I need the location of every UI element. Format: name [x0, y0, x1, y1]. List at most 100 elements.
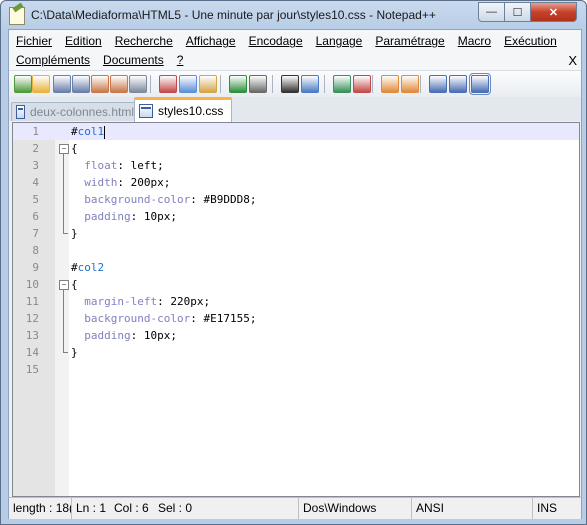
- code-line[interactable]: 12 background-color: #E17155;: [13, 310, 579, 327]
- copy-icon[interactable]: [179, 75, 197, 93]
- sync-h-icon[interactable]: [401, 75, 419, 93]
- cut-icon[interactable]: [159, 75, 177, 93]
- menu-row-2: Compléments Documents?: [9, 51, 189, 70]
- line-number: 13: [25, 329, 39, 342]
- fold-guide: [63, 290, 64, 352]
- close-icon: ✕: [548, 6, 559, 19]
- paste-icon[interactable]: [199, 75, 217, 93]
- open-file-icon[interactable]: [32, 75, 50, 93]
- redo-icon[interactable]: [249, 75, 267, 93]
- menu-help[interactable]: ?: [170, 51, 190, 70]
- tab-deux-colonnes[interactable]: deux-colonnes.html: [11, 102, 141, 121]
- new-file-icon[interactable]: [14, 75, 32, 93]
- code-text: {: [71, 278, 78, 291]
- text-caret: [104, 125, 106, 139]
- code-line[interactable]: 13 padding: 10px;: [13, 327, 579, 344]
- menu-param-trage[interactable]: Paramétrage: [368, 32, 450, 51]
- menu-documents[interactable]: Documents: [96, 51, 170, 70]
- tab-styles10[interactable]: styles10.css: [134, 97, 232, 122]
- code-line[interactable]: 1 #col1: [13, 123, 579, 140]
- app-client-area: Fichier Edition Recherche Affichage Encodage…: [8, 29, 582, 519]
- toolbar-separator: [150, 75, 151, 93]
- print-icon[interactable]: [129, 75, 147, 93]
- close-document-button[interactable]: X: [568, 51, 577, 70]
- code-line[interactable]: 7}: [13, 225, 579, 242]
- code-text: float: left;: [84, 159, 164, 172]
- line-number: 7: [32, 227, 39, 240]
- fold-toggle-icon[interactable]: −: [59, 280, 69, 290]
- code-line[interactable]: 8: [13, 242, 579, 259]
- menu-langage[interactable]: Langage: [309, 32, 369, 51]
- menu-ex-cution[interactable]: Exécution: [497, 32, 563, 51]
- menu-macro[interactable]: Macro: [451, 32, 497, 51]
- code-line[interactable]: 4 width: 200px;: [13, 174, 579, 191]
- line-number: 1: [32, 125, 39, 138]
- code-text: background-color: #E17155;: [84, 312, 257, 325]
- fold-end-marker: [63, 352, 68, 353]
- line-number: 15: [25, 363, 39, 376]
- code-line[interactable]: 5 background-color: #B9DDD8;: [13, 191, 579, 208]
- menu-recherche[interactable]: Recherche: [108, 32, 179, 51]
- menu-bar: Fichier Edition Recherche Affichage Encodage…: [9, 30, 581, 70]
- find-icon[interactable]: [281, 75, 299, 93]
- menu-encodage[interactable]: Encodage: [242, 32, 309, 51]
- tab-label: deux-colonnes.html: [29, 105, 134, 119]
- code-text: margin-left: 220px;: [84, 295, 211, 308]
- tab-bar: deux-colonnes.html styles10.css: [9, 97, 581, 122]
- code-editor[interactable]: 1 #col1 2{3 float: left; 4 width: 200px; 5 b…: [12, 122, 580, 497]
- zoom-out-icon[interactable]: [353, 75, 371, 93]
- code-line[interactable]: 2{: [13, 140, 579, 157]
- title-bar[interactable]: C:\Data\Mediaforma\HTML5 - Une minute pa…: [1, 1, 586, 29]
- code-text: padding: 10px;: [84, 329, 177, 342]
- status-bar: length : 18( Ln : 1 Col : 6 Sel : 0 Dos\…: [9, 497, 581, 519]
- save-icon[interactable]: [53, 75, 71, 93]
- code-line[interactable]: 10 {: [13, 276, 579, 293]
- code-line[interactable]: 9 #col2: [13, 259, 579, 276]
- code-text: #col1: [71, 125, 106, 139]
- line-number: 12: [25, 312, 39, 325]
- menu-fichier[interactable]: Fichier: [9, 32, 58, 51]
- undo-icon[interactable]: [229, 75, 247, 93]
- fold-toggle-icon[interactable]: −: [59, 144, 69, 154]
- code-line[interactable]: 15: [13, 361, 579, 378]
- maximize-icon: ☐: [512, 6, 523, 19]
- status-eol: Dos\Windows: [299, 498, 412, 519]
- notepadpp-window: C:\Data\Mediaforma\HTML5 - Une minute pa…: [0, 0, 587, 525]
- menu-affichage[interactable]: Affichage: [179, 32, 242, 51]
- window-title: C:\Data\Mediaforma\HTML5 - Une minute pa…: [31, 8, 436, 22]
- minimize-button[interactable]: —: [478, 2, 505, 22]
- sync-v-icon[interactable]: [381, 75, 399, 93]
- code-line[interactable]: 11 margin-left: 220px;: [13, 293, 579, 310]
- code-line[interactable]: 3 float: left;: [13, 157, 579, 174]
- save-all-icon[interactable]: [72, 75, 90, 93]
- status-insert-mode: INS: [537, 501, 558, 515]
- toolbar-separator: [372, 75, 373, 93]
- code-text: background-color: #B9DDD8;: [84, 193, 257, 206]
- toolbar-separator: [220, 75, 221, 93]
- show-all-chars-icon[interactable]: [449, 75, 467, 93]
- menu-edition[interactable]: Edition: [58, 32, 108, 51]
- word-wrap-icon[interactable]: [429, 75, 447, 93]
- status-selection: Sel : 0: [154, 498, 299, 519]
- close-window-button[interactable]: ✕: [530, 2, 577, 22]
- indent-guide-icon[interactable]: [469, 73, 491, 95]
- line-number: 8: [32, 244, 39, 257]
- code-text: width: 200px;: [84, 176, 171, 189]
- file-tab-icon: [139, 104, 153, 118]
- maximize-button[interactable]: ☐: [504, 2, 531, 22]
- line-number: 6: [32, 210, 39, 223]
- close-all-icon[interactable]: [110, 75, 128, 93]
- menu-compl-ments[interactable]: Compléments: [9, 51, 96, 70]
- toolbar-separator: [272, 75, 273, 93]
- replace-icon[interactable]: [301, 75, 319, 93]
- code-line[interactable]: 6 padding: 10px;: [13, 208, 579, 225]
- close-icon[interactable]: [91, 75, 109, 93]
- code-line[interactable]: 14}: [13, 344, 579, 361]
- zoom-in-icon[interactable]: [333, 75, 351, 93]
- line-number: 11: [25, 295, 39, 308]
- minimize-icon: —: [486, 6, 497, 18]
- fold-guide: [63, 154, 64, 233]
- menu-row-1: Fichier Edition Recherche Affichage Encodage…: [9, 32, 563, 51]
- tab-label: styles10.css: [158, 104, 224, 118]
- fold-end-marker: [63, 233, 68, 234]
